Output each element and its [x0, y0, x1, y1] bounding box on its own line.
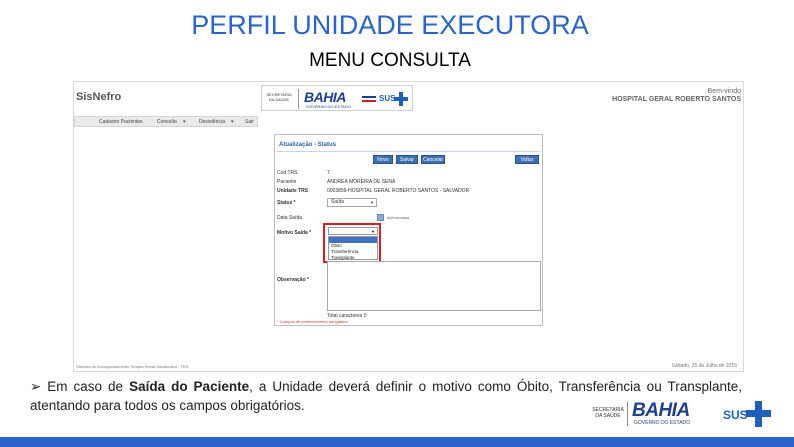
chevron-down-icon: ▼ [371, 229, 375, 234]
exit-reason-label: Motivo Saída * [277, 230, 312, 236]
char-total-value: 0 [363, 313, 367, 319]
required-note: * Campos de preenchimento obrigatório [277, 319, 348, 324]
exit-reason-highlight: ▼ Óbito Transferência Transplante [323, 223, 381, 263]
observation-textarea[interactable] [327, 261, 541, 311]
footer-sus-logo: SUS [723, 408, 748, 422]
slide-bottom-bar [0, 437, 794, 447]
patient-label: Paciente [277, 179, 297, 185]
app-logo: SisNefro [76, 91, 122, 103]
caption-bold: Saída do Paciente [129, 379, 250, 394]
footer-secretaria: SECRETARIA DA SAÚDE [592, 407, 624, 419]
exit-date-label: Data Saída [277, 215, 303, 221]
unit-value: 0003859-HOSPITAL GERAL ROBERTO SANTOS - … [327, 188, 470, 194]
banner-governo: GOVERNO DO ESTADO [306, 104, 351, 109]
menu-item-consulta[interactable]: Consulta [157, 119, 177, 125]
patient-value: ANDREA MOREIRA DE SENA [327, 179, 396, 185]
caption-pre: Em caso de [41, 379, 130, 394]
save-button[interactable]: Salvar [396, 155, 418, 164]
banner-divider [298, 89, 299, 109]
observation-label: Observação * [277, 277, 309, 283]
chevron-down-icon: ▾ [183, 119, 186, 125]
exit-date-hint: dd/mm/aaaa [387, 215, 410, 220]
panel-divider [277, 151, 540, 152]
sus-cross-icon-bar [394, 97, 408, 101]
footer-governo: GOVERNO DO ESTADO [634, 420, 691, 426]
menu-item-cadastro[interactable]: Cadastro Pacientes [99, 119, 143, 125]
status-select-value: Saída [331, 199, 345, 205]
main-menu: Cadastro Pacientes Consulta ▾ Desistênci… [74, 116, 258, 127]
cod-trs-label: Cod TRS [277, 170, 298, 176]
cod-trs-value: 7 [327, 170, 330, 176]
app-screenshot: SisNefro SECRETARIA DA SAÚDE BAHIA GOVER… [73, 81, 744, 372]
banner-sus-logo: SUS [379, 94, 396, 103]
status-select[interactable]: Saída ▼ [327, 198, 377, 207]
welcome-text: Bem-vindo [707, 88, 741, 95]
panel-title: Atualização - Status [279, 142, 337, 148]
caption-bullet: ➢ [30, 379, 42, 394]
slide-title: PERFIL UNIDADE EXECUTORA [191, 10, 589, 40]
back-button[interactable]: Voltar [515, 155, 539, 164]
footer-logo-divider [627, 402, 628, 426]
footer-bahia-logo: BAHIA [632, 400, 690, 421]
header-banner: SECRETARIA DA SAÚDE BAHIA GOVERNO DO EST… [261, 85, 413, 111]
unit-label: Unidade TRS [277, 188, 309, 194]
menu-item-sair[interactable]: Sair [245, 119, 254, 125]
bahia-flag-icon [362, 94, 376, 104]
chevron-down-icon: ▾ [231, 119, 234, 125]
status-label: Status * [277, 200, 296, 206]
exit-reason-options: Óbito Transferência Transplante [328, 236, 378, 260]
welcome-block: Bem-vindo HOSPITAL GERAL ROBERTO SANTOS [612, 88, 741, 104]
footer-logos: SECRETARIA DA SAÚDE BAHIA GOVERNO DO EST… [592, 399, 782, 429]
hospital-name: HOSPITAL GERAL ROBERTO SANTOS [612, 96, 741, 103]
chevron-down-icon: ▼ [370, 200, 374, 205]
new-button[interactable]: Novo [373, 155, 393, 164]
sus-cross-icon-bar [746, 410, 771, 417]
exit-reason-select[interactable]: ▼ [328, 227, 378, 235]
slide-subtitle: MENU CONSULTA [309, 50, 471, 71]
status-update-panel: Atualização - Status Novo Salvar Cancela… [274, 134, 543, 326]
app-footer-title: Sistema de Acompanhamento Terapia Renal … [76, 364, 189, 369]
cancel-button[interactable]: Cancelar [421, 155, 445, 164]
app-footer-date: Sábado, 25 de Julho de 2015 [671, 363, 737, 369]
calendar-icon[interactable] [377, 214, 384, 221]
menu-item-desistencia[interactable]: Desistência [199, 119, 225, 125]
banner-bahia-logo: BAHIA [304, 89, 346, 105]
banner-secretaria: SECRETARIA DA SAÚDE [266, 92, 292, 102]
